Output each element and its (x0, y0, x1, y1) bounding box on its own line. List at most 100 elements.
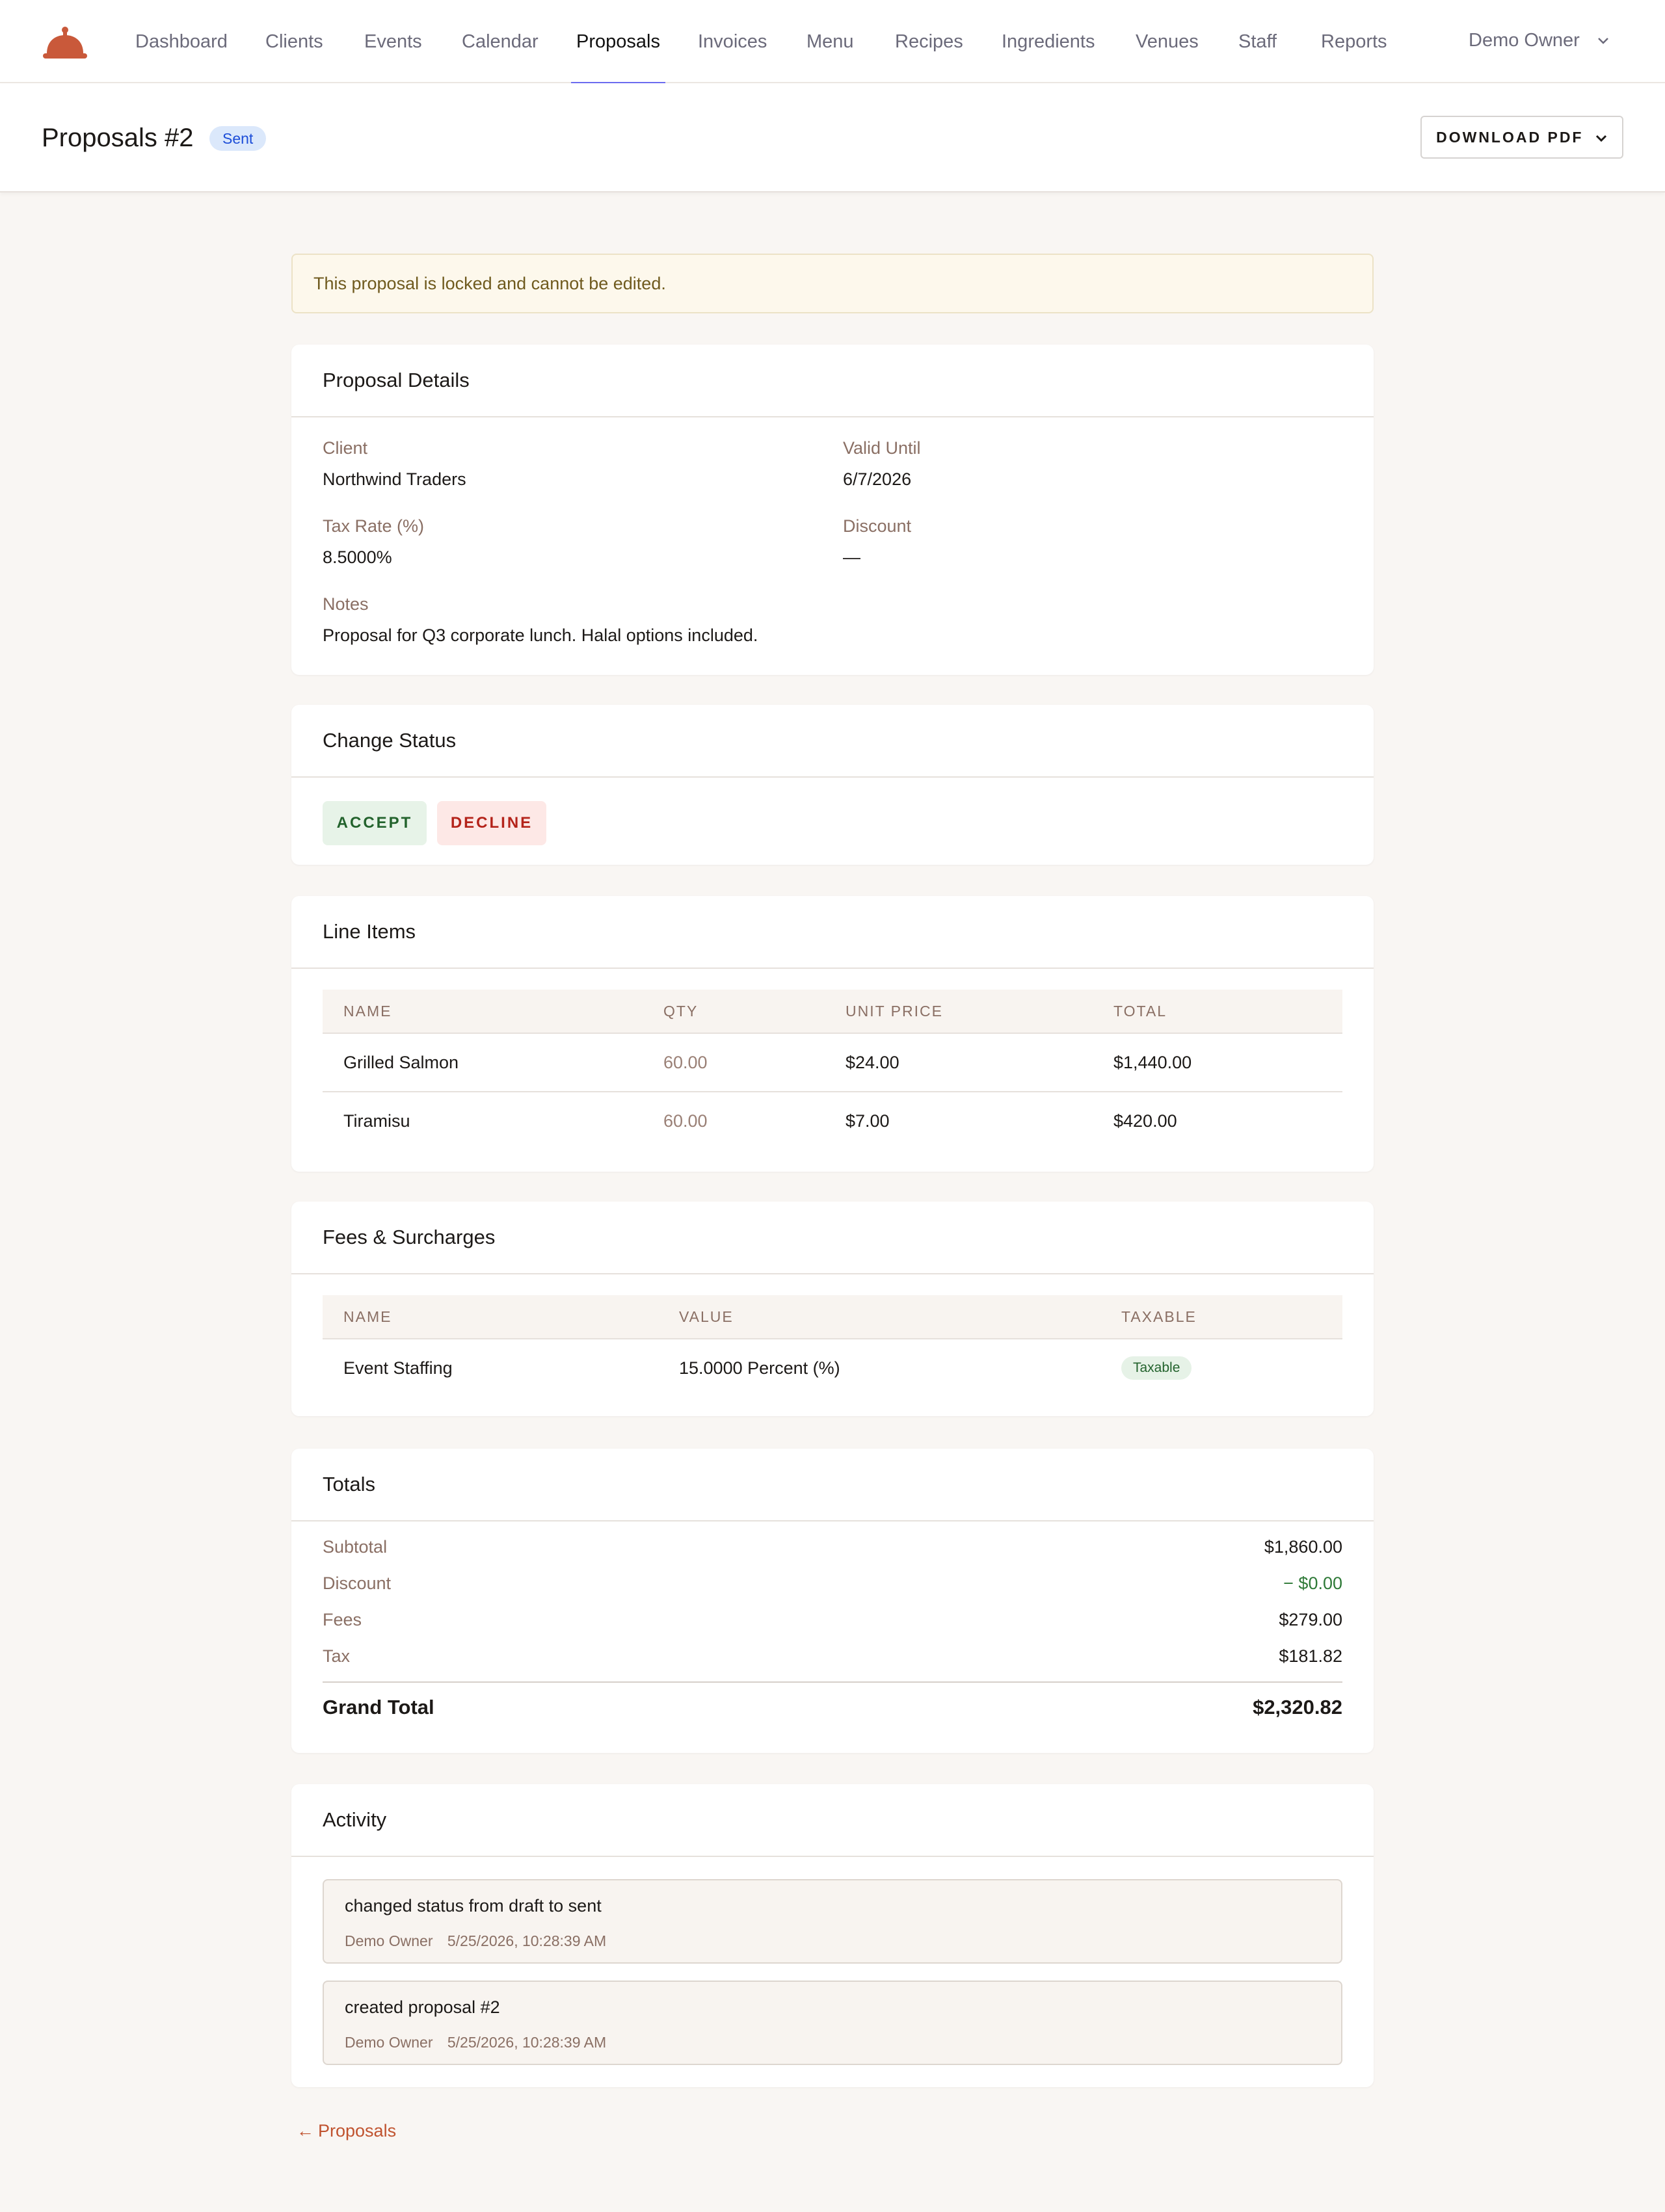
decline-button[interactable]: DECLINE (437, 801, 546, 845)
activity-item: created proposal #2 Demo Owner 5/25/2026… (323, 1981, 1342, 2065)
status-badge: Sent (209, 126, 267, 151)
item-name: Grilled Salmon (343, 1053, 459, 1072)
activity-meta: Demo Owner 5/25/2026, 10:28:39 AM (345, 2034, 606, 2051)
tax-rate-value: 8.5000% (323, 547, 392, 567)
download-pdf-label: DOWNLOAD PDF (1436, 129, 1584, 146)
activity-text: created proposal #2 (345, 1997, 500, 2017)
activity-text: changed status from draft to sent (345, 1896, 602, 1916)
discount-row: Discount − $0.00 (323, 1573, 1342, 1600)
column-header-name: NAME (343, 1003, 392, 1020)
subtotal-value: $1,860.00 (1264, 1537, 1342, 1557)
arrow-left-icon: ← (297, 2121, 314, 2140)
item-unit-price: $7.00 (846, 1111, 890, 1131)
table-header: NAME VALUE TAXABLE (323, 1295, 1342, 1339)
tax-row: Tax $181.82 (323, 1646, 1342, 1672)
activity-user: Demo Owner (345, 2034, 433, 2051)
nav-reports[interactable]: Reports (1321, 0, 1387, 83)
card-title: Activity (291, 1784, 1374, 1857)
change-status-card: Change Status ACCEPT DECLINE (291, 705, 1374, 865)
nav-events[interactable]: Events (364, 0, 422, 83)
totals-divider (323, 1681, 1342, 1683)
grand-total-label: Grand Total (323, 1696, 434, 1718)
card-title: Proposal Details (291, 345, 1374, 417)
discount-value: — (843, 547, 860, 567)
column-header-unit-price: UNIT PRICE (846, 1003, 943, 1020)
column-header-value: VALUE (679, 1308, 734, 1325)
valid-until-label: Valid Until (843, 438, 921, 458)
fees-row: Fees $279.00 (323, 1610, 1342, 1636)
card-title: Line Items (291, 896, 1374, 969)
page-header: Proposals #2 Sent DOWNLOAD PDF (0, 83, 1665, 192)
column-header-taxable: TAXABLE (1121, 1308, 1197, 1325)
back-to-proposals-link[interactable]: ← Proposals (297, 2121, 396, 2141)
column-header-total: TOTAL (1113, 1003, 1167, 1020)
download-pdf-button[interactable]: DOWNLOAD PDF (1420, 116, 1623, 159)
table-row: Tiramisu 60.00 $7.00 $420.00 (323, 1092, 1342, 1151)
fees-card: Fees & Surcharges NAME VALUE TAXABLE Eve… (291, 1202, 1374, 1416)
nav-dashboard[interactable]: Dashboard (135, 0, 228, 83)
item-qty: 60.00 (663, 1111, 708, 1131)
subtotal-row: Subtotal $1,860.00 (323, 1537, 1342, 1563)
column-header-qty: QTY (663, 1003, 699, 1020)
locked-alert: This proposal is locked and cannot be ed… (291, 254, 1374, 313)
item-qty: 60.00 (663, 1053, 708, 1072)
fee-name: Event Staffing (343, 1358, 453, 1378)
totals-card: Totals Subtotal $1,860.00 Discount − $0.… (291, 1449, 1374, 1753)
fees-label: Fees (323, 1610, 362, 1629)
back-link-label: Proposals (318, 2121, 397, 2140)
nav-menu[interactable]: Menu (806, 0, 854, 83)
user-name: Demo Owner (1469, 30, 1580, 51)
tax-rate-label: Tax Rate (%) (323, 516, 425, 536)
nav-staff[interactable]: Staff (1238, 0, 1277, 83)
grand-total-row: Grand Total $2,320.82 (323, 1696, 1342, 1727)
nav-invoices[interactable]: Invoices (698, 0, 767, 83)
item-total: $1,440.00 (1113, 1053, 1192, 1072)
grand-total-value: $2,320.82 (1253, 1696, 1342, 1718)
chevron-down-icon (1595, 135, 1606, 142)
nav-recipes[interactable]: Recipes (895, 0, 963, 83)
table-row: Grilled Salmon 60.00 $24.00 $1,440.00 (323, 1034, 1342, 1092)
activity-time: 5/25/2026, 10:28:39 AM (447, 2034, 607, 2051)
tax-label: Tax (323, 1646, 351, 1666)
card-title: Change Status (291, 705, 1374, 778)
activity-item: changed status from draft to sent Demo O… (323, 1879, 1342, 1964)
subtotal-label: Subtotal (323, 1537, 388, 1557)
item-name: Tiramisu (343, 1111, 410, 1131)
table-header: NAME QTY UNIT PRICE TOTAL (323, 990, 1342, 1034)
column-header-name: NAME (343, 1308, 392, 1325)
proposal-details-card: Proposal Details Client Northwind Trader… (291, 345, 1374, 675)
discount-label: Discount (843, 516, 912, 536)
top-navigation: Dashboard Clients Events Calendar Propos… (0, 0, 1665, 85)
card-title: Fees & Surcharges (291, 1202, 1374, 1274)
notes-value: Proposal for Q3 corporate lunch. Halal o… (323, 625, 758, 645)
item-total: $420.00 (1113, 1111, 1177, 1131)
discount-label: Discount (323, 1573, 392, 1593)
table-row: Event Staffing 15.0000 Percent (%) Taxab… (323, 1339, 1342, 1398)
tax-value: $181.82 (1279, 1646, 1342, 1666)
fees-value: $279.00 (1279, 1610, 1342, 1629)
nav-calendar[interactable]: Calendar (462, 0, 539, 83)
nav-clients[interactable]: Clients (265, 0, 323, 83)
line-items-card: Line Items NAME QTY UNIT PRICE TOTAL Gri… (291, 896, 1374, 1172)
taxable-badge: Taxable (1121, 1356, 1192, 1380)
activity-user: Demo Owner (345, 1932, 433, 1949)
nav-proposals[interactable]: Proposals (571, 0, 665, 85)
client-value: Northwind Traders (323, 469, 466, 489)
activity-meta: Demo Owner 5/25/2026, 10:28:39 AM (345, 1932, 606, 1950)
client-label: Client (323, 438, 368, 458)
activity-time: 5/25/2026, 10:28:39 AM (447, 1932, 607, 1949)
discount-value: − $0.00 (1283, 1573, 1342, 1593)
nav-venues[interactable]: Venues (1136, 0, 1199, 83)
cloche-icon[interactable] (43, 25, 87, 61)
notes-label: Notes (323, 594, 369, 614)
accept-button[interactable]: ACCEPT (323, 801, 427, 845)
page-title: Proposals #2 (42, 124, 194, 152)
chevron-down-icon (1598, 38, 1608, 45)
nav-ingredients[interactable]: Ingredients (1002, 0, 1095, 83)
activity-card: Activity changed status from draft to se… (291, 1784, 1374, 2087)
fee-value: 15.0000 Percent (%) (679, 1358, 840, 1378)
item-unit-price: $24.00 (846, 1053, 899, 1072)
valid-until-value: 6/7/2026 (843, 469, 912, 489)
card-title: Totals (291, 1449, 1374, 1521)
user-menu[interactable]: Demo Owner (1469, 0, 1610, 81)
